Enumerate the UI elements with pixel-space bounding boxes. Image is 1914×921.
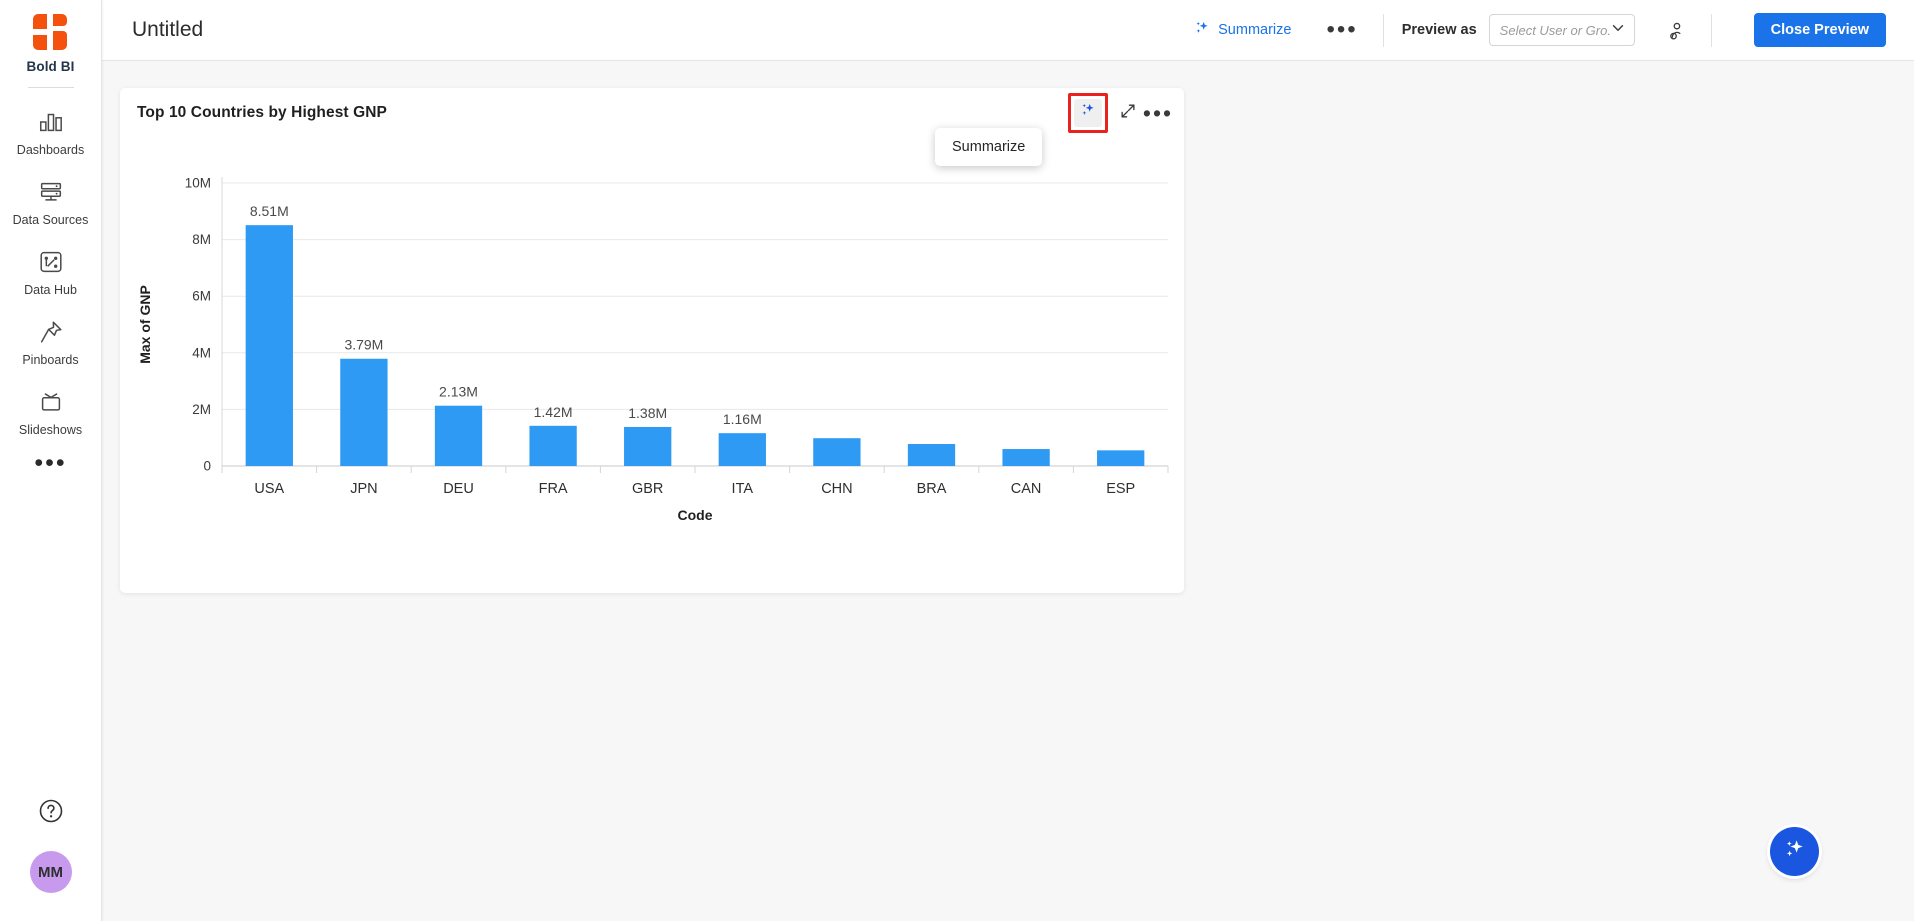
y-axis-tick-label: 4M bbox=[192, 345, 211, 360]
app-root: Bold BI Dashboards bbox=[0, 0, 1914, 921]
database-icon bbox=[36, 177, 66, 207]
chevron-down-icon bbox=[1610, 20, 1626, 41]
x-axis-tick-label: JPN bbox=[350, 481, 377, 497]
bar bbox=[908, 444, 955, 466]
y-axis-tick-label: 10M bbox=[185, 176, 211, 191]
sidebar-label-pinboards: Pinboards bbox=[22, 353, 78, 367]
sidebar-label-slideshows: Slideshows bbox=[19, 423, 82, 437]
sidebar-label-data-hub: Data Hub bbox=[24, 283, 77, 297]
x-axis-tick-label: ITA bbox=[732, 481, 754, 497]
sidebar-item-slideshows[interactable]: Slideshows bbox=[0, 376, 102, 446]
widget-title: Top 10 Countries by Highest GNP bbox=[137, 104, 387, 122]
preview-as-label: Preview as bbox=[1402, 22, 1477, 38]
bar bbox=[1002, 449, 1049, 466]
ai-assistant-fab[interactable] bbox=[1770, 827, 1819, 876]
bar bbox=[624, 427, 671, 466]
x-axis-title: Code bbox=[678, 507, 713, 523]
topbar-overflow-button[interactable]: ••• bbox=[1319, 26, 1364, 34]
widget-overflow-button[interactable]: ••• bbox=[1142, 99, 1170, 127]
widget-summarize-highlight bbox=[1068, 93, 1108, 133]
topbar-separator-2 bbox=[1711, 14, 1712, 47]
sidebar-item-dashboards[interactable]: Dashboards bbox=[0, 96, 102, 166]
sparkle-icon bbox=[1782, 837, 1807, 867]
summarize-label: Summarize bbox=[1218, 22, 1291, 38]
sparkle-icon bbox=[1080, 102, 1097, 124]
widget-summarize-button[interactable] bbox=[1074, 99, 1102, 127]
brand-logo-button[interactable]: Bold BI bbox=[27, 10, 75, 74]
bar-data-label: 8.51M bbox=[250, 203, 289, 219]
x-axis-tick-label: GBR bbox=[632, 481, 663, 497]
bar bbox=[1097, 450, 1144, 466]
data-hub-icon bbox=[36, 247, 66, 277]
y-axis-title: Max of GNP bbox=[137, 285, 153, 364]
bar bbox=[340, 359, 387, 466]
preview-user-select[interactable]: Select User or Gro... bbox=[1489, 14, 1635, 46]
bar-chart-svg: 0 2M 4M 6M 8M 10M 8.51M USA 3.79M JPN 2.13M DEU 1.42… bbox=[120, 138, 1184, 593]
x-axis-tick-label: ESP bbox=[1106, 481, 1135, 497]
help-circle-icon[interactable] bbox=[38, 798, 64, 829]
widget-overflow-label: ••• bbox=[1140, 109, 1176, 117]
left-sidebar: Bold BI Dashboards bbox=[0, 0, 102, 921]
bar-data-label: 1.38M bbox=[628, 405, 667, 421]
x-axis-tick-label: CAN bbox=[1011, 481, 1042, 497]
boldbi-logo-icon bbox=[28, 10, 72, 54]
x-axis-tick-label: USA bbox=[254, 481, 284, 497]
sidebar-item-data-hub[interactable]: Data Hub bbox=[0, 236, 102, 306]
widget-expand-button[interactable] bbox=[1114, 99, 1142, 127]
y-axis-tick-label: 0 bbox=[203, 459, 211, 474]
bar bbox=[529, 426, 576, 466]
chart-widget: Top 10 Countries by Highest GNP bbox=[120, 88, 1184, 593]
y-axis-tick-label: 6M bbox=[192, 289, 211, 304]
x-axis-tick-label: FRA bbox=[539, 481, 568, 497]
summarize-button[interactable]: Summarize bbox=[1188, 15, 1297, 46]
bar bbox=[435, 406, 482, 466]
bar-data-label: 3.79M bbox=[344, 337, 383, 353]
bar bbox=[246, 225, 293, 466]
brand-name: Bold BI bbox=[27, 59, 75, 74]
x-axis-tick-label: DEU bbox=[443, 481, 474, 497]
sparkle-icon bbox=[1194, 20, 1211, 41]
dashboard-canvas: Top 10 Countries by Highest GNP bbox=[102, 61, 1914, 921]
sidebar-more-button[interactable]: ••• bbox=[0, 446, 102, 480]
pin-icon bbox=[36, 317, 66, 347]
x-axis-tick-label: BRA bbox=[917, 481, 947, 497]
x-axis-tick-label: CHN bbox=[821, 481, 852, 497]
bar bbox=[719, 433, 766, 466]
sidebar-label-dashboards: Dashboards bbox=[17, 143, 84, 157]
widget-header: Top 10 Countries by Highest GNP bbox=[120, 88, 1184, 138]
tv-icon bbox=[36, 387, 66, 417]
summarize-tooltip: Summarize bbox=[935, 128, 1042, 166]
topbar-separator-1 bbox=[1383, 14, 1384, 47]
close-preview-button[interactable]: Close Preview bbox=[1754, 13, 1886, 47]
y-axis-tick-label: 2M bbox=[192, 402, 211, 417]
sidebar-label-data-sources: Data Sources bbox=[13, 213, 89, 227]
y-axis-tick-label: 8M bbox=[192, 232, 211, 247]
user-settings-icon[interactable] bbox=[1661, 14, 1693, 46]
bar-data-label: 1.16M bbox=[723, 411, 762, 427]
page-title: Untitled bbox=[132, 18, 203, 42]
bar-chart-icon bbox=[36, 107, 66, 137]
bar-data-label: 1.42M bbox=[534, 404, 573, 420]
sidebar-divider bbox=[28, 87, 74, 88]
avatar[interactable]: MM bbox=[30, 851, 72, 893]
preview-user-select-value: Select User or Gro... bbox=[1500, 23, 1610, 38]
expand-arrows-icon bbox=[1119, 102, 1137, 125]
sidebar-item-pinboards[interactable]: Pinboards bbox=[0, 306, 102, 376]
sidebar-item-data-sources[interactable]: Data Sources bbox=[0, 166, 102, 236]
chart-plot-area: 0 2M 4M 6M 8M 10M 8.51M USA 3.79M JPN 2.13M DEU 1.42… bbox=[120, 138, 1184, 593]
bar-data-label: 2.13M bbox=[439, 384, 478, 400]
bar bbox=[813, 438, 860, 466]
top-bar: Untitled Summarize ••• Preview as Select… bbox=[102, 0, 1914, 61]
